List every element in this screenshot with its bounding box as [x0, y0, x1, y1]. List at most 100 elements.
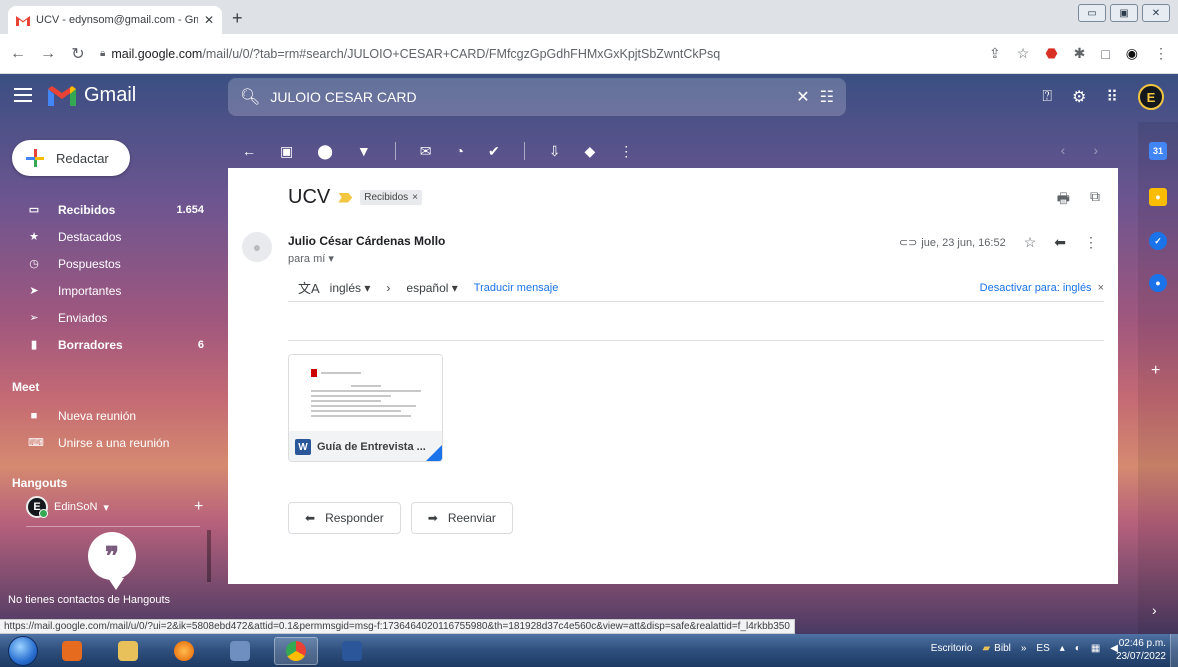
next-page-icon[interactable]: ›	[1093, 142, 1098, 158]
report-spam-icon[interactable]: ⬤	[317, 143, 333, 160]
restore-icon[interactable]: ▣	[1110, 4, 1138, 22]
keep-icon[interactable]: ●	[1149, 188, 1167, 206]
sidebar-item-snoozed[interactable]: ◷ Pospuestos	[0, 250, 214, 277]
clock-icon: ◷	[29, 258, 39, 270]
taskbar-explorer[interactable]	[106, 637, 150, 665]
join-meeting-item[interactable]: ⌨ Unirse a una reunión	[0, 429, 214, 456]
toolbar-overflow-icon[interactable]: »	[1021, 643, 1027, 654]
network-tray-icon[interactable]: ▦	[1091, 643, 1100, 654]
account-avatar[interactable]: E	[1138, 84, 1164, 110]
hangouts-user[interactable]: E EdinSoN ▾	[26, 496, 109, 518]
sender-name[interactable]: Julio César Cárdenas Mollo	[288, 234, 445, 248]
adblock-extension-icon[interactable]: ⬣	[1045, 45, 1057, 62]
translate-message-link[interactable]: Traducir mensaje	[474, 282, 559, 294]
calendar-icon[interactable]: 31	[1149, 142, 1167, 160]
inbox-label-chip[interactable]: Recibidos ×	[360, 190, 422, 205]
snooze-icon[interactable]: ◔	[456, 143, 464, 159]
main-menu-icon[interactable]	[14, 88, 32, 102]
star-message-icon[interactable]: ☆	[1024, 234, 1037, 251]
taskbar-outlook[interactable]	[50, 637, 94, 665]
recipient-details[interactable]: para mí ▾	[288, 252, 334, 265]
sidebar-item-drafts[interactable]: ▮ Borradores 6	[0, 331, 214, 358]
print-icon[interactable]: 🖶︎	[1057, 188, 1070, 212]
start-button[interactable]	[8, 636, 38, 666]
add-task-icon[interactable]: ✔	[488, 143, 500, 160]
puzzle-extensions-icon[interactable]: ✱	[1074, 45, 1086, 62]
reply-button[interactable]: ⬅ Responder	[288, 502, 401, 534]
tasks-icon[interactable]: ✓	[1149, 232, 1167, 250]
show-desktop-button[interactable]	[1170, 634, 1178, 667]
show-side-panel-icon[interactable]: ›	[1152, 602, 1157, 618]
header-actions: ⍰ ⚙ ⠿ E	[1042, 84, 1164, 110]
important-marker-icon[interactable]	[338, 192, 353, 203]
move-to-icon[interactable]: ⇩	[549, 143, 561, 160]
bookmark-star-icon[interactable]: ☆	[1017, 45, 1030, 62]
sidebar-item-starred[interactable]: ★ Destacados	[0, 223, 214, 250]
forward-label: Reenviar	[447, 511, 496, 525]
url-field[interactable]: 🔒︎ mail.google.com/mail/u/0/?tab=rm#sear…	[100, 40, 975, 68]
mark-unread-icon[interactable]: ✉	[420, 143, 432, 160]
close-tab-icon[interactable]: ✕	[204, 13, 214, 27]
forward-arrow-icon[interactable]: →	[40, 45, 56, 63]
archive-icon[interactable]: ▣	[280, 143, 293, 160]
search-options-icon[interactable]: ☷	[820, 87, 834, 107]
compose-button[interactable]: Redactar	[12, 140, 130, 176]
language-indicator[interactable]: ES	[1036, 643, 1049, 654]
clear-search-icon[interactable]: ✕	[796, 87, 809, 107]
open-new-window-icon[interactable]: ⧉	[1090, 188, 1100, 212]
add-contact-icon[interactable]: +	[194, 498, 203, 516]
close-translate-icon[interactable]: ×	[1098, 282, 1104, 294]
prev-page-icon[interactable]: ‹	[1061, 142, 1066, 158]
gmail-favicon-icon	[16, 15, 30, 26]
source-language-select[interactable]: inglés ▾	[330, 281, 371, 295]
search-input[interactable]	[270, 89, 787, 105]
label-icon[interactable]: ◆	[584, 143, 595, 160]
library-label[interactable]: Bibl	[994, 643, 1011, 654]
tray-app-icon[interactable]: ◐	[1075, 643, 1081, 654]
help-icon[interactable]: ⍰	[1042, 88, 1052, 106]
desktop-toolbar-label[interactable]: Escritorio	[931, 643, 973, 654]
taskbar-word[interactable]	[330, 637, 374, 665]
side-panel-icon[interactable]: □	[1101, 46, 1109, 62]
browser-tab-gmail[interactable]: UCV - edynsom@gmail.com - Gm ✕	[8, 6, 222, 34]
browser-menu-icon[interactable]: ⋮	[1154, 45, 1168, 62]
message-more-icon[interactable]: ⋮	[1084, 234, 1098, 251]
reply-icon[interactable]: ⬅	[1054, 234, 1066, 251]
reload-icon[interactable]: ↻	[70, 44, 86, 64]
sidebar-item-inbox[interactable]: ▭ Recibidos 1.654	[0, 196, 214, 223]
taskbar-firefox[interactable]	[162, 637, 206, 665]
back-to-list-icon[interactable]: ←	[242, 143, 256, 159]
new-meeting-item[interactable]: ■ Nueva reunión	[0, 402, 214, 429]
sender-avatar[interactable]: ●	[242, 232, 272, 262]
close-window-icon[interactable]: ✕	[1142, 4, 1170, 22]
taskbar-chrome[interactable]	[274, 637, 318, 665]
back-arrow-icon[interactable]: ←	[10, 45, 26, 63]
new-tab-icon[interactable]: +	[232, 8, 243, 29]
tray-expand-icon[interactable]: ▴	[1060, 643, 1065, 654]
more-options-icon[interactable]: ⋮	[619, 143, 633, 160]
sidebar-item-important[interactable]: ➤ Importantes	[0, 277, 214, 304]
search-icon[interactable]: 🔍︎	[240, 87, 260, 107]
arrow-right-icon: ›	[386, 280, 391, 295]
sidebar-item-label: Borradores	[58, 337, 123, 352]
attachment-card[interactable]: W Guía de Entrevista ...	[288, 354, 443, 462]
system-clock[interactable]: 02:46 p.m. 23/07/2022	[1116, 637, 1166, 663]
remove-label-icon[interactable]: ×	[412, 192, 418, 203]
minimize-icon[interactable]: ▭	[1078, 4, 1106, 22]
hangouts-scrollbar[interactable]	[207, 530, 211, 582]
taskbar-network[interactable]	[218, 637, 262, 665]
profile-avatar-icon[interactable]: ◉	[1126, 45, 1138, 62]
apps-grid-icon[interactable]: ⠿	[1106, 87, 1118, 107]
preview-line	[311, 400, 381, 402]
forward-button[interactable]: ➡ Reenviar	[410, 502, 513, 534]
share-icon[interactable]: ⇪	[989, 45, 1001, 62]
gmail-logo[interactable]: Gmail	[48, 84, 136, 107]
sidebar-item-sent[interactable]: ➢ Enviados	[0, 304, 214, 331]
settings-gear-icon[interactable]: ⚙	[1072, 87, 1086, 107]
delete-icon[interactable]: ▼	[357, 143, 371, 159]
sidebar-item-label: Destacados	[58, 229, 122, 244]
target-language-select[interactable]: español ▾	[406, 281, 457, 295]
get-addons-icon[interactable]: +	[1151, 362, 1160, 380]
contacts-icon[interactable]: ●	[1149, 274, 1167, 292]
disable-translate-link[interactable]: Desactivar para: inglés	[980, 282, 1092, 294]
